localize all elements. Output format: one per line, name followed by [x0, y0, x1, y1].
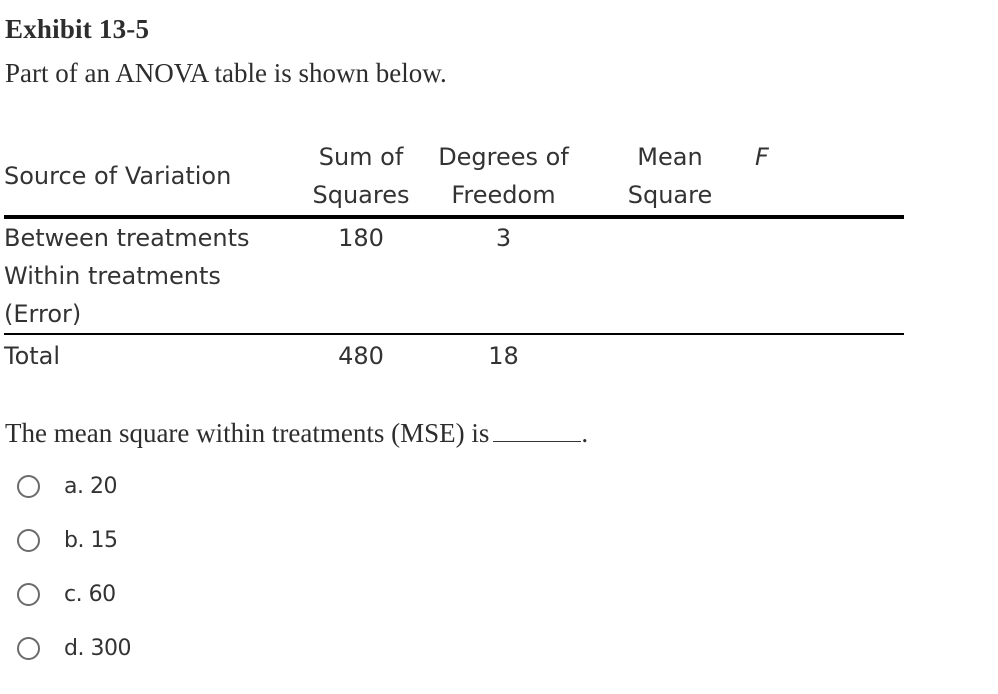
- header-source-label: Source of Variation: [4, 162, 232, 190]
- option-a[interactable]: a. 20: [17, 471, 117, 501]
- row-source: Between treatments: [4, 224, 250, 252]
- answer-blank: [493, 419, 582, 442]
- row-df: 3: [495, 224, 512, 252]
- option-b[interactable]: b. 15: [17, 525, 118, 555]
- option-d[interactable]: d. 300: [17, 633, 131, 663]
- header-f-label: F: [755, 143, 769, 171]
- header-ms-line2: Square: [627, 181, 713, 209]
- row-ss: [300, 257, 422, 334]
- row-ms: [585, 257, 755, 334]
- row-ss: 180: [338, 224, 384, 252]
- anova-table: Source of Variation Sum of Squares Degree…: [4, 138, 904, 375]
- row-source: Within treatments (Error): [4, 262, 221, 328]
- option-label: d. 300: [64, 635, 131, 661]
- row-ms: [585, 217, 755, 257]
- radio-button-icon[interactable]: [17, 528, 40, 552]
- header-sum-of-squares: Sum of Squares: [300, 138, 422, 217]
- row-ss: 480: [338, 342, 384, 370]
- table-row-total: Total 480 18: [4, 334, 904, 375]
- header-mean-square: Mean Square: [585, 138, 755, 217]
- radio-button-icon[interactable]: [17, 582, 40, 606]
- option-c[interactable]: c. 60: [17, 579, 116, 609]
- row-ms: [585, 334, 755, 375]
- row-f: [755, 217, 904, 257]
- option-label: c. 60: [64, 581, 116, 607]
- row-f: [755, 334, 904, 375]
- exhibit-intro: Part of an ANOVA table is shown below.: [5, 58, 447, 88]
- row-f: [755, 257, 904, 334]
- table-row: Between treatments 180 3: [4, 217, 904, 257]
- header-degrees-of-freedom: Degrees of Freedom: [422, 138, 585, 217]
- radio-button-icon[interactable]: [17, 636, 40, 660]
- header-source: Source of Variation: [4, 138, 300, 217]
- exhibit-title: Exhibit 13-5: [5, 14, 150, 44]
- option-label: b. 15: [64, 527, 118, 553]
- header-df-line2: Freedom: [451, 181, 556, 209]
- row-df: [422, 257, 585, 334]
- question-text: The mean square within treatments (MSE) …: [5, 418, 490, 448]
- radio-button-icon[interactable]: [17, 474, 40, 498]
- question-end: .: [581, 418, 589, 448]
- header-ss-line2: Squares: [312, 181, 410, 209]
- table-row: Within treatments (Error): [4, 257, 904, 334]
- row-df: 18: [488, 342, 519, 370]
- option-label: a. 20: [64, 473, 117, 499]
- header-df-line1: Degrees of: [438, 143, 569, 171]
- header-ms-line1: Mean: [637, 143, 703, 171]
- header-ss-line1: Sum of: [318, 143, 404, 171]
- table-header-row: Source of Variation Sum of Squares Degree…: [4, 138, 904, 217]
- row-source: Total: [4, 342, 61, 370]
- header-f: F: [755, 138, 904, 217]
- question-stem: The mean square within treatments (MSE) …: [5, 418, 588, 449]
